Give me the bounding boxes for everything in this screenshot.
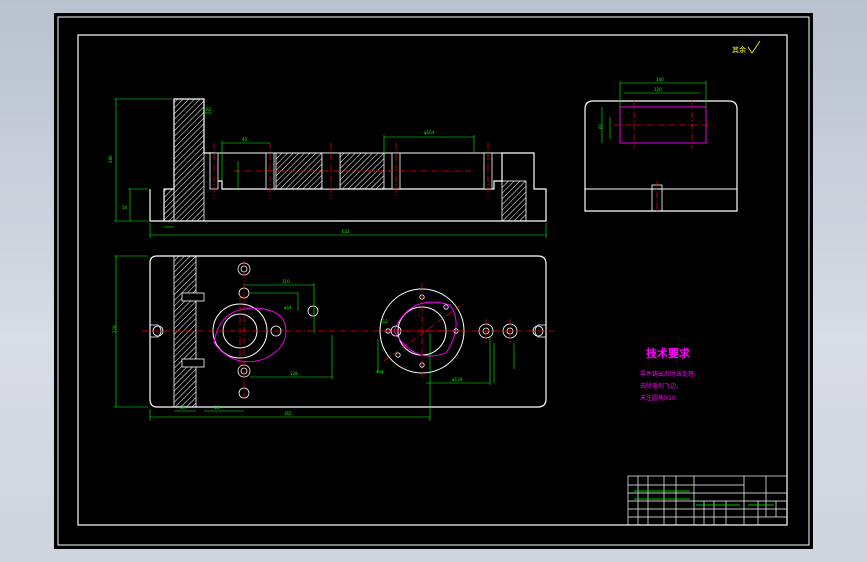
svg-text:632: 632 bbox=[342, 229, 350, 234]
hatch-right-wall bbox=[501, 180, 527, 222]
right-cam-profile bbox=[393, 301, 457, 357]
tech-requirements: 技术要求 零件铸出后时效处理。 去除毛刺飞边。 未注圆角R10 bbox=[640, 346, 700, 402]
svg-text:4xφ: 4xφ bbox=[376, 369, 384, 374]
plan-view-outline bbox=[149, 255, 547, 408]
svg-text:φ14: φ14 bbox=[284, 305, 292, 310]
side-view: 140 120 60 bbox=[584, 77, 738, 213]
front-section-view: 286 56 632 φ104 40 R2 bbox=[108, 98, 547, 238]
svg-text:40: 40 bbox=[242, 137, 248, 142]
tech-requirement-2: 去除毛刺飞边。 bbox=[640, 382, 682, 390]
left-cam-profile bbox=[213, 307, 287, 363]
svg-text:120: 120 bbox=[654, 87, 662, 92]
svg-text:R2: R2 bbox=[206, 107, 212, 112]
hatch-left-foot bbox=[163, 188, 175, 222]
svg-text:140: 140 bbox=[656, 77, 664, 82]
svg-text:φ12: φ12 bbox=[380, 319, 388, 324]
svg-text:φ104: φ104 bbox=[424, 130, 435, 135]
cad-drawing-viewport[interactable]: 其余 286 56 632 φ104 40 R2 140 120 60 226 … bbox=[54, 13, 813, 549]
drawing-sheet: 其余 286 56 632 φ104 40 R2 140 120 60 226 … bbox=[57, 16, 810, 546]
plan-hatch-section bbox=[173, 255, 197, 408]
sheet-trim-frame bbox=[57, 16, 810, 546]
tech-requirements-title: 技术要求 bbox=[646, 346, 691, 360]
svg-text:56: 56 bbox=[122, 205, 128, 210]
svg-text:60: 60 bbox=[598, 123, 603, 129]
svg-text:226: 226 bbox=[112, 325, 117, 333]
svg-text:18: 18 bbox=[214, 405, 220, 410]
svg-text:16: 16 bbox=[180, 405, 186, 410]
svg-text:286: 286 bbox=[108, 155, 113, 163]
roughness-symbol: 其余 bbox=[732, 40, 761, 54]
svg-text:128: 128 bbox=[290, 371, 298, 376]
svg-text:110: 110 bbox=[282, 279, 290, 284]
hatch-left-wall bbox=[173, 98, 205, 222]
roughness-note: 其余 bbox=[732, 45, 746, 54]
tech-requirement-3: 未注圆角R10 bbox=[640, 394, 676, 402]
tech-requirement-1: 零件铸出后时效处理。 bbox=[640, 370, 700, 378]
side-view-outline bbox=[584, 100, 738, 212]
svg-text:365: 365 bbox=[284, 411, 292, 416]
svg-text:φ130: φ130 bbox=[452, 377, 463, 382]
top-plan-view: 226 365 16 18 110 128 φ130 φ14 4xφ φ12 bbox=[112, 255, 554, 421]
title-block bbox=[627, 475, 788, 526]
